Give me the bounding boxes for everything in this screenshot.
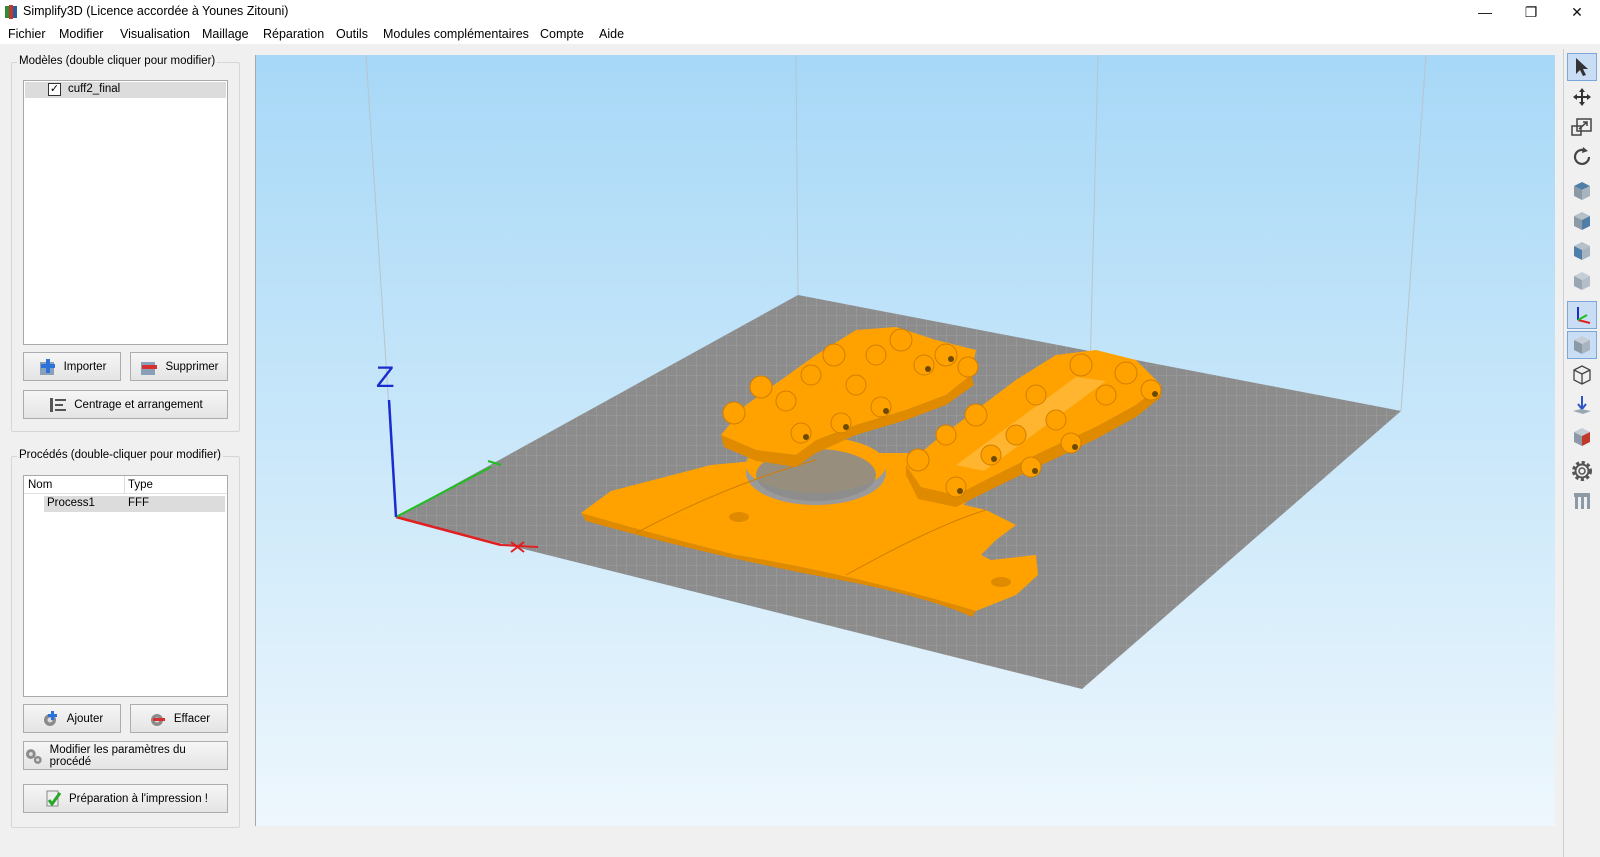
select-arrow-icon <box>1576 58 1588 76</box>
column-header-type[interactable]: Type <box>128 479 153 491</box>
view-top-icon <box>1574 182 1590 200</box>
view-top-button[interactable] <box>1567 177 1597 205</box>
view-toolbar <box>1563 49 1600 857</box>
center-arrange-button[interactable]: Centrage et arrangement <box>23 390 228 419</box>
center-arrange-label: Centrage et arrangement <box>74 398 203 411</box>
menu-visualisation[interactable]: Visualisation <box>120 27 190 41</box>
prepare-print-button[interactable]: Préparation à l'impression ! <box>23 784 228 813</box>
show-axes-button[interactable] <box>1567 301 1597 329</box>
view-front-button[interactable] <box>1567 207 1597 235</box>
solid-view-button[interactable] <box>1567 331 1597 359</box>
table-row[interactable]: Process1 FFF <box>44 496 225 512</box>
minimize-icon: — <box>1478 4 1492 20</box>
solid-view-icon <box>1574 336 1590 354</box>
supports-button[interactable] <box>1567 487 1597 515</box>
menu-fichier[interactable]: Fichier <box>8 27 46 41</box>
build-volume-edge <box>1400 54 1427 412</box>
scale-tool-button[interactable] <box>1567 113 1597 141</box>
minimize-button[interactable]: — <box>1462 0 1508 24</box>
simplify3d-logo-icon <box>5 5 17 19</box>
window-title: Simplify3D (Licence accordée à Younes Zi… <box>23 4 289 18</box>
import-button[interactable]: Importer <box>23 352 121 381</box>
add-gear-icon <box>43 710 57 726</box>
cross-section-icon <box>1574 428 1590 446</box>
menu-modifier[interactable]: Modifier <box>59 27 103 41</box>
scene-canvas[interactable]: Z <box>256 54 1556 826</box>
restore-button[interactable]: ❐ <box>1508 0 1554 24</box>
models-list[interactable]: ✓ cuff2_final <box>23 80 228 345</box>
edit-process-settings-button[interactable]: Modifier les paramètres du procédé <box>23 741 228 770</box>
delete-button[interactable]: Supprimer <box>130 352 228 381</box>
processes-table[interactable]: Nom Type Process1 FFF <box>23 475 228 697</box>
build-volume-edge <box>795 54 799 296</box>
arrange-icon <box>50 397 67 412</box>
ground-button[interactable] <box>1567 391 1597 419</box>
wireframe-view-icon <box>1573 365 1591 385</box>
add-process-button[interactable]: Ajouter <box>23 704 121 733</box>
scale-icon <box>1571 118 1592 136</box>
rotate-icon <box>1573 147 1591 166</box>
menu-aide[interactable]: Aide <box>599 27 624 41</box>
table-header: Nom Type <box>24 476 227 494</box>
show-axes-icon <box>1577 307 1591 324</box>
move-tool-button[interactable] <box>1567 83 1597 111</box>
process-name: Process1 <box>47 497 95 509</box>
settings-button[interactable] <box>1567 457 1597 485</box>
delete-minus-icon <box>141 361 158 375</box>
title-bar: Simplify3D (Licence accordée à Younes Zi… <box>0 0 1600 24</box>
remove-process-button[interactable]: Effacer <box>130 704 228 733</box>
close-button[interactable]: ✕ <box>1554 0 1600 24</box>
z-axis <box>387 399 398 518</box>
view-iso-icon <box>1574 272 1590 290</box>
ground-icon <box>1573 396 1591 414</box>
menu-reparation[interactable]: Réparation <box>263 27 324 41</box>
column-divider <box>124 476 125 494</box>
view-front-icon <box>1574 212 1590 230</box>
menu-compte[interactable]: Compte <box>540 27 584 41</box>
z-axis-label: Z <box>376 361 394 394</box>
prepare-check-icon <box>46 790 62 807</box>
menu-modules[interactable]: Modules complémentaires <box>383 27 529 41</box>
prepare-print-label: Préparation à l'impression ! <box>69 792 208 805</box>
view-side-button[interactable] <box>1567 237 1597 265</box>
move-icon <box>1573 88 1591 106</box>
3d-viewport[interactable]: Z <box>255 54 1556 826</box>
processes-group-title: Procédés (double-cliquer pour modifier) <box>17 449 223 461</box>
view-iso-button[interactable] <box>1567 267 1597 295</box>
cross-section-button[interactable] <box>1567 423 1597 451</box>
models-group-title: Modèles (double cliquer pour modifier) <box>17 55 218 67</box>
remove-gear-icon <box>150 713 165 726</box>
menu-outils[interactable]: Outils <box>336 27 368 41</box>
list-item[interactable]: ✓ cuff2_final <box>25 82 226 98</box>
import-plus-icon <box>39 358 55 375</box>
restore-icon: ❐ <box>1524 3 1538 20</box>
settings-gear-icon <box>1572 461 1592 481</box>
wireframe-view-button[interactable] <box>1567 361 1597 389</box>
delete-label: Supprimer <box>165 360 219 373</box>
import-label: Importer <box>63 360 107 373</box>
status-bar <box>0 829 1563 857</box>
supports-icon <box>1574 493 1590 509</box>
view-side-icon <box>1574 242 1590 260</box>
column-header-name[interactable]: Nom <box>28 479 52 491</box>
remove-process-label: Effacer <box>173 712 211 725</box>
process-type: FFF <box>128 497 150 509</box>
menu-maillage[interactable]: Maillage <box>202 27 249 41</box>
select-tool-button[interactable] <box>1567 53 1597 81</box>
model-visible-checkbox[interactable]: ✓ <box>48 83 61 96</box>
menu-bar: Fichier Modifier Visualisation Maillage … <box>0 24 1600 44</box>
close-icon: ✕ <box>1571 3 1583 20</box>
add-process-label: Ajouter <box>66 712 104 725</box>
model-name: cuff2_final <box>68 83 121 95</box>
rotate-tool-button[interactable] <box>1567 143 1597 171</box>
edit-process-settings-label: Modifier les paramètres du procédé <box>49 743 186 768</box>
settings-gears-icon <box>25 748 42 764</box>
